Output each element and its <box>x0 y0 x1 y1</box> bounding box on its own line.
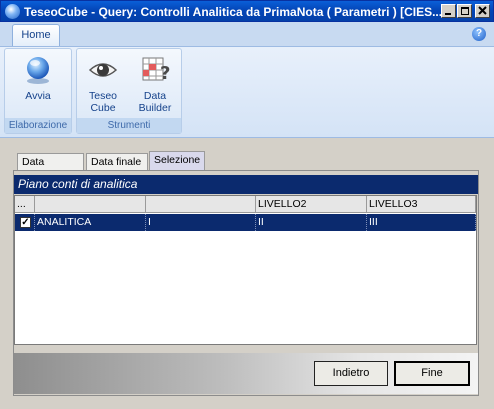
tab-data-finale[interactable]: Data finale <box>86 153 148 170</box>
column-header-livello1[interactable] <box>146 196 256 213</box>
maximize-button[interactable] <box>457 4 472 18</box>
data-builder-button[interactable]: ? Data Builder <box>131 55 179 114</box>
help-icon[interactable]: ? <box>472 27 486 41</box>
tab-home[interactable]: Home <box>12 24 60 46</box>
grid-caption: Piano conti di analitica <box>14 175 478 194</box>
table-row[interactable]: ✓ ANALITICA I II III <box>15 214 476 231</box>
app-icon[interactable] <box>5 4 20 19</box>
fine-button[interactable]: Fine <box>394 361 470 386</box>
column-header-select[interactable]: ... <box>15 196 35 213</box>
data-grid: ... LIVELLO2 LIVELLO3 ✓ ANALITICA I II I… <box>14 195 477 345</box>
column-header-livello3[interactable]: LIVELLO3 <box>367 196 476 213</box>
group-label-elaborazione: Elaborazione <box>5 118 71 133</box>
avvia-button[interactable]: Avvia <box>11 55 65 102</box>
group-label-strumenti: Strumenti <box>77 118 181 133</box>
row-checkbox[interactable]: ✓ <box>20 217 31 228</box>
row-name-cell[interactable]: ANALITICA <box>35 214 146 231</box>
eye-icon <box>88 63 118 77</box>
title-bar: TeseoCube - Query: Controlli Analitica d… <box>0 0 494 22</box>
row-livello3-cell[interactable]: III <box>367 214 476 231</box>
column-header-livello2[interactable]: LIVELLO2 <box>256 196 367 213</box>
column-header-name[interactable] <box>35 196 146 213</box>
tab-data-iniziale[interactable]: Data iniziale <box>17 153 84 184</box>
tab-selezione[interactable]: Selezione <box>149 151 205 171</box>
data-label: Data <box>143 90 167 102</box>
builder-label: Builder <box>138 102 172 114</box>
teseo-cube-button[interactable]: Teseo Cube <box>81 55 125 114</box>
group-elaborazione: Avvia Elaborazione <box>4 48 72 134</box>
ribbon-panel <box>0 46 494 138</box>
indietro-button[interactable]: Indietro <box>314 361 388 386</box>
cube-label: Cube <box>90 102 116 114</box>
globe-icon <box>27 57 49 84</box>
grid-question-icon: ? <box>142 57 170 84</box>
window-title: TeseoCube - Query: Controlli Analitica d… <box>24 5 443 19</box>
svg-text:?: ? <box>160 63 170 84</box>
avvia-label: Avvia <box>25 90 51 102</box>
ribbon-tab-bar: Home <box>0 22 494 46</box>
group-strumenti: Teseo Cube ? Data Builder Strumenti <box>76 48 182 134</box>
close-button[interactable] <box>475 4 490 18</box>
minimize-button[interactable] <box>441 4 456 18</box>
teseo-label: Teseo <box>88 90 118 102</box>
row-checkbox-cell[interactable]: ✓ <box>15 214 35 231</box>
row-livello2-cell[interactable]: II <box>256 214 367 231</box>
row-livello1-cell[interactable]: I <box>146 214 256 231</box>
